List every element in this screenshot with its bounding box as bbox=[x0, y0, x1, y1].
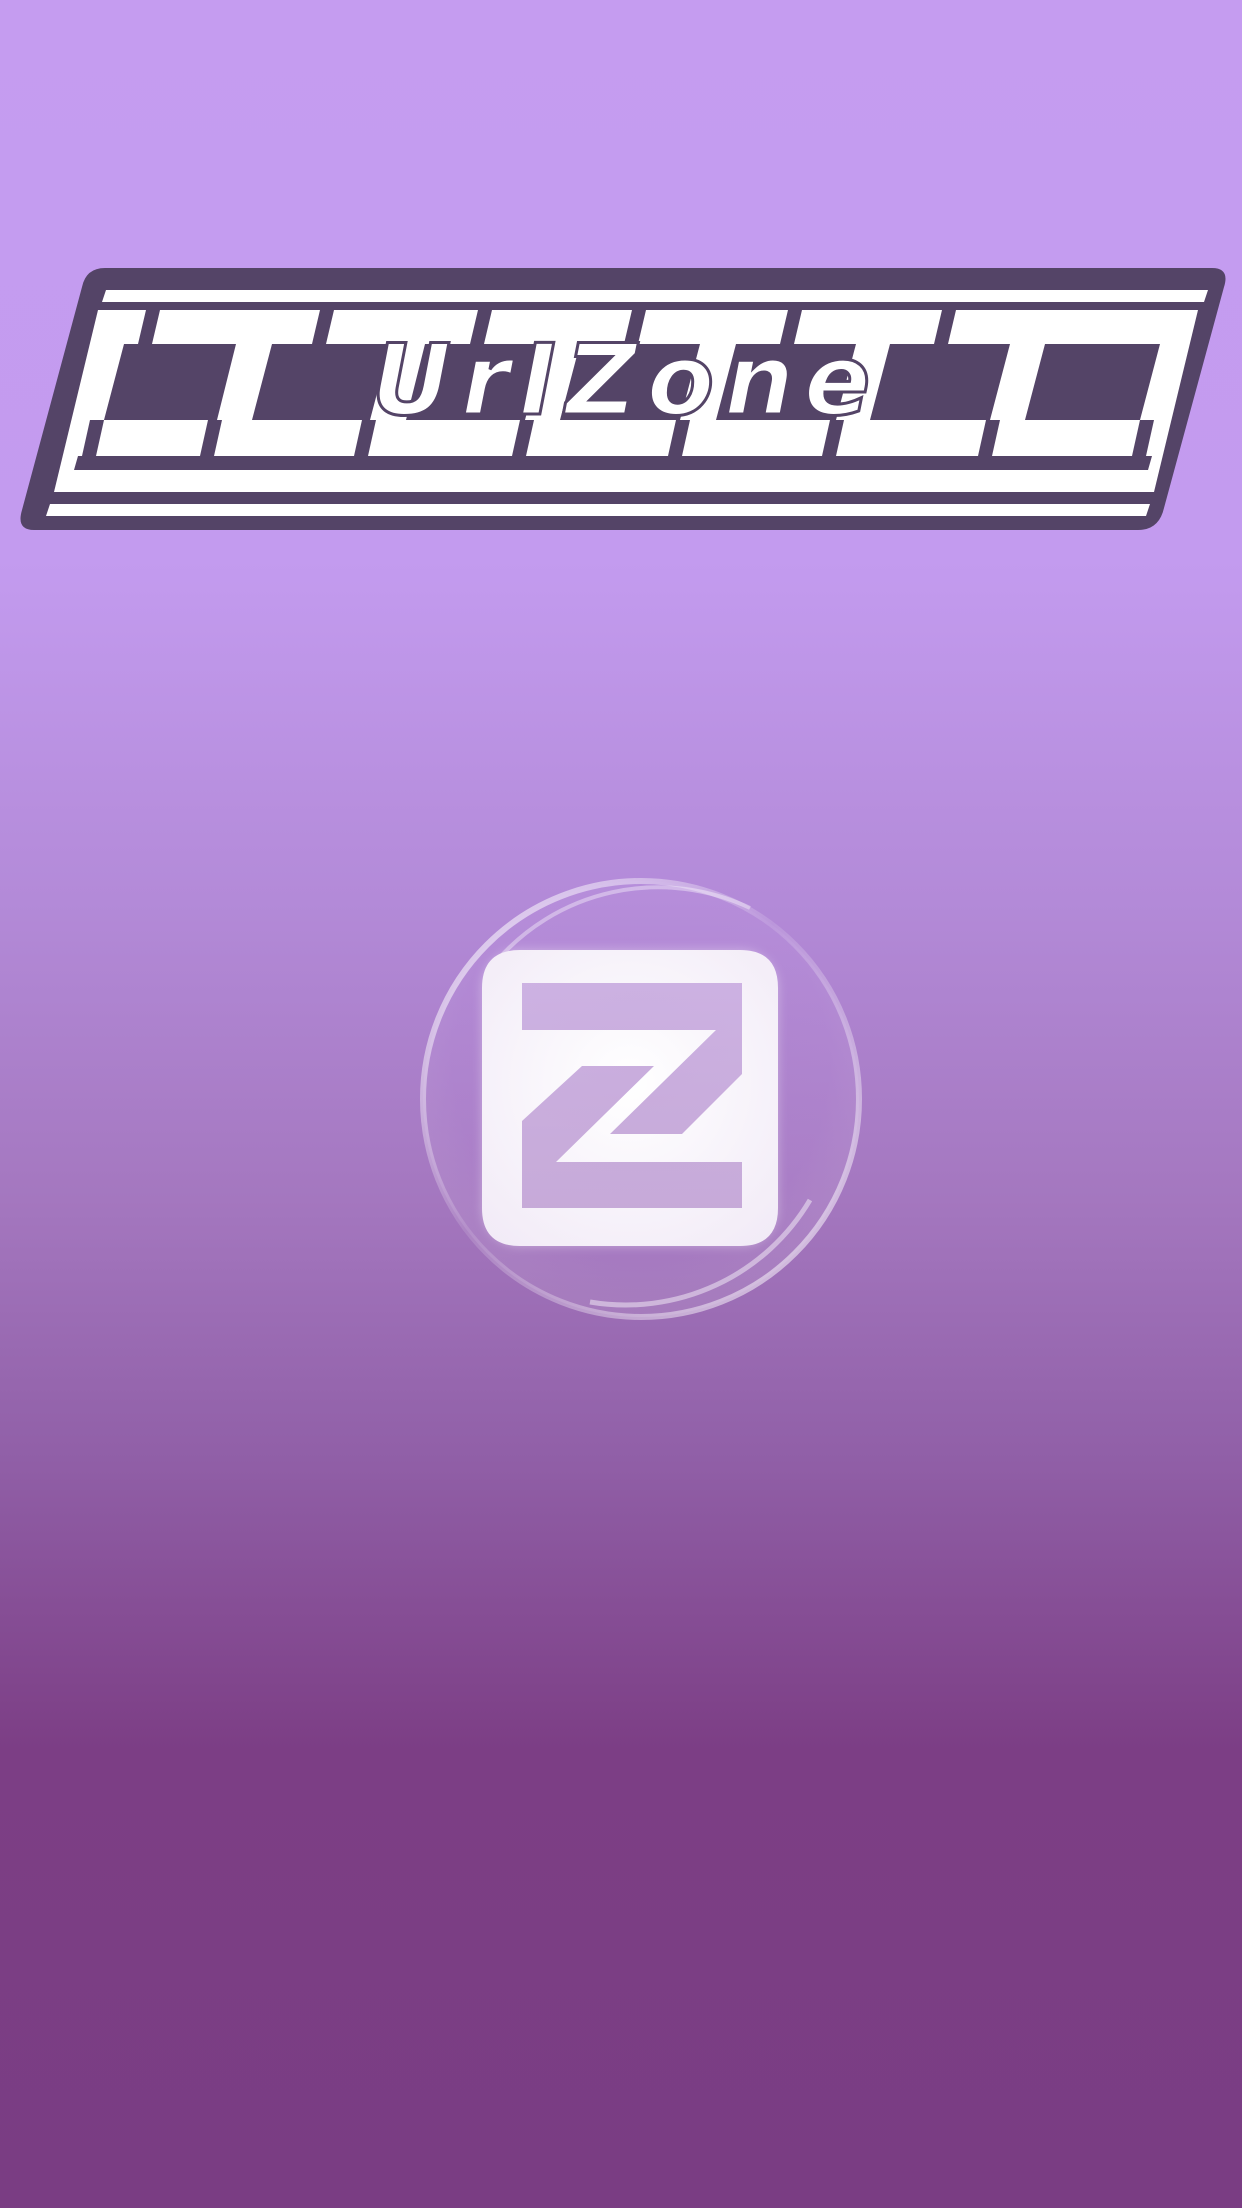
urizone-wordmark: UrIZone bbox=[20, 268, 1226, 530]
wordmark-label: UrIZone bbox=[372, 324, 881, 438]
z-letter-icon bbox=[420, 878, 862, 1320]
app-icon-badge bbox=[412, 870, 870, 1328]
splash-screen: UrIZone bbox=[0, 0, 1242, 2208]
app-logo-banner: UrIZone bbox=[20, 260, 1230, 540]
